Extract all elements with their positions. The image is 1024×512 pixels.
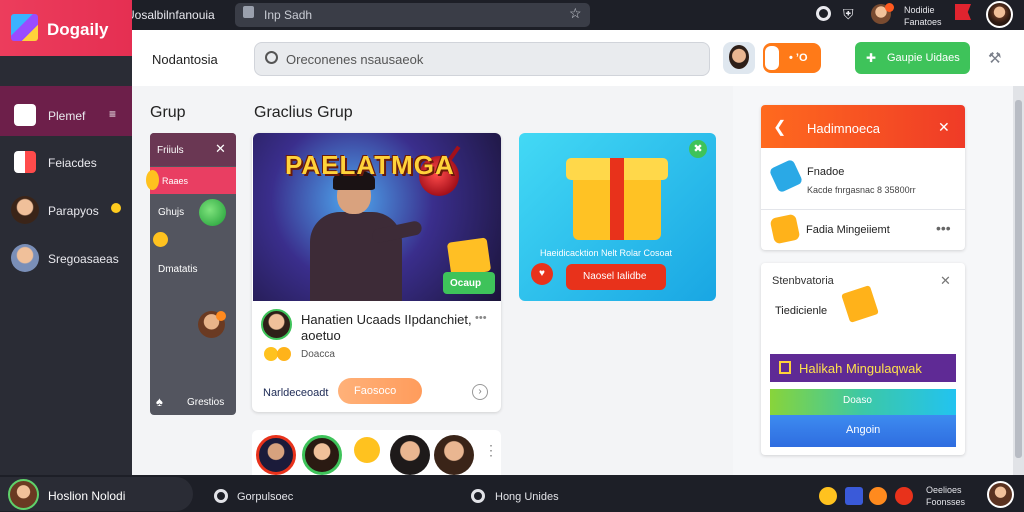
character-body: [310, 212, 402, 301]
group-panel-title: Friiuls: [157, 145, 184, 156]
sidebar-item-label: Plemef: [48, 109, 86, 123]
status-dot: [216, 311, 226, 321]
group-item[interactable]: Ghujs: [158, 207, 184, 218]
create-button-label: Gaupie Uidaes: [887, 52, 960, 64]
address-text[interactable]: Inp Sadh: [264, 8, 312, 22]
section-title-grup: Grup: [150, 104, 186, 121]
game-banner-title: PAELATMGA: [285, 150, 455, 180]
search-icon: [265, 51, 278, 64]
notification-icon[interactable]: [895, 487, 913, 505]
gamepad-icon: ♠: [156, 394, 163, 409]
search-placeholder[interactable]: Oreconenes nsausaeok: [286, 52, 423, 67]
post-avatar[interactable]: [261, 309, 292, 340]
coin-icon: [146, 170, 159, 190]
chevron-right-icon[interactable]: ›: [472, 384, 488, 400]
sidebar-item-label: Feiacdes: [48, 156, 97, 170]
emoji-icon: [277, 347, 291, 361]
notification-item-title[interactable]: Fnadoe: [807, 166, 844, 178]
avatar[interactable]: [434, 435, 474, 475]
more-icon[interactable]: •••: [475, 312, 487, 324]
record-icon[interactable]: [816, 6, 831, 21]
close-icon[interactable]: ✕: [940, 273, 951, 289]
gift-icon: [446, 237, 492, 277]
page-title: Nodantosia: [152, 52, 218, 67]
avatar[interactable]: [390, 435, 430, 475]
notification-text: Nodidie Fanatoes: [904, 5, 942, 27]
gift-text: Haeidicacktion Nelt Rolar Cosoat: [540, 248, 673, 258]
notification-dot: [885, 3, 894, 12]
section-title-gallery: Graclius Grup: [254, 104, 353, 121]
page-icon: [243, 6, 254, 18]
heart-icon[interactable]: ♥: [531, 263, 553, 285]
app-icon[interactable]: [845, 487, 863, 505]
offer-progress-label: Doaso: [843, 395, 872, 406]
megaphone-icon: ❮: [773, 119, 787, 136]
notification-title: Hadimnoeca: [807, 121, 880, 136]
group-item-label: Raaes: [162, 176, 189, 186]
sidebar-item-label[interactable]: Parapyos: [48, 204, 99, 218]
offer-confirm-label: Angoin: [846, 424, 881, 436]
status-icon: [214, 489, 228, 503]
grid-icon[interactable]: ≡: [109, 107, 116, 121]
avatar-face: [729, 45, 749, 69]
status-badge: [111, 203, 121, 213]
brand-name: Dogaily: [47, 20, 109, 39]
square-icon: [14, 104, 36, 126]
post-title: Hanatien Ucaads IIpdanchiet, aoetuo: [301, 312, 472, 343]
close-badge-icon[interactable]: ✖: [689, 140, 707, 158]
status-icon: [471, 489, 485, 503]
offer-title: Stenbvatoria: [772, 275, 834, 287]
post-link[interactable]: Narldeceoadt: [263, 387, 328, 399]
bottom-item[interactable]: Gorpulsoec: [237, 491, 293, 503]
avatar[interactable]: [256, 435, 296, 475]
notification-item-title[interactable]: Fadia Mingeiiemt: [806, 224, 890, 236]
post-subtitle: Doacca: [301, 349, 335, 360]
brand-logo-icon: [11, 14, 38, 41]
toggle-label: • ’O: [789, 52, 808, 64]
avatar[interactable]: [11, 196, 39, 224]
offer-subtitle: Tiedicienle: [775, 305, 828, 317]
sidebar-item-label[interactable]: Sregoasaeas: [48, 252, 119, 266]
bookmark-star-icon[interactable]: ☆: [569, 5, 582, 22]
emoji-icon[interactable]: [869, 487, 887, 505]
checkbox-icon: [779, 361, 791, 374]
more-icon[interactable]: •••: [936, 220, 951, 236]
game-tag-label: Ocaup: [450, 278, 482, 289]
offer-option-label: Halikah Mingulaqwak: [799, 361, 922, 376]
close-icon[interactable]: ✕: [215, 141, 226, 157]
emoji-icon: [264, 347, 278, 361]
emoji-icon: [354, 437, 380, 463]
clock-text: Oeelioes Foonsses: [926, 485, 966, 507]
wrench-icon[interactable]: ⚒: [988, 49, 1001, 67]
toggle-knob: [765, 46, 779, 70]
group-footer-label[interactable]: Grestios: [187, 397, 224, 408]
gamepad-icon: ✚: [866, 51, 877, 65]
bottom-item[interactable]: Hong Unides: [495, 491, 559, 503]
chart-icon: [14, 151, 36, 173]
badge-icon: [769, 213, 801, 245]
more-icon[interactable]: ⋮: [484, 442, 498, 459]
divider: [761, 209, 965, 210]
user-name: Hoslion Nolodi: [48, 489, 126, 503]
close-icon[interactable]: ✕: [938, 119, 950, 136]
gift-claim-label: Naosel Ialidbe: [583, 271, 647, 282]
account-avatar[interactable]: [987, 481, 1014, 508]
shield-icon[interactable]: ⛨: [843, 6, 854, 23]
gift-ribbon: [610, 158, 624, 240]
group-item[interactable]: Dmatatis: [158, 264, 197, 275]
window-title: Uosalbilnfanouia: [126, 8, 215, 22]
user-avatar[interactable]: [8, 479, 39, 510]
scrollbar-thumb[interactable]: [1015, 100, 1022, 458]
emoji-icon[interactable]: [819, 487, 837, 505]
notification-item-subtitle: Kacde fnrgasnac 8 35800rr: [807, 185, 916, 195]
emoji-icon: [153, 232, 168, 247]
avatar[interactable]: [11, 244, 39, 272]
account-avatar[interactable]: [986, 1, 1013, 28]
post-action-label: Faosoco: [354, 385, 397, 397]
avatar[interactable]: [302, 435, 342, 475]
chat-bubble-icon: [199, 199, 226, 226]
